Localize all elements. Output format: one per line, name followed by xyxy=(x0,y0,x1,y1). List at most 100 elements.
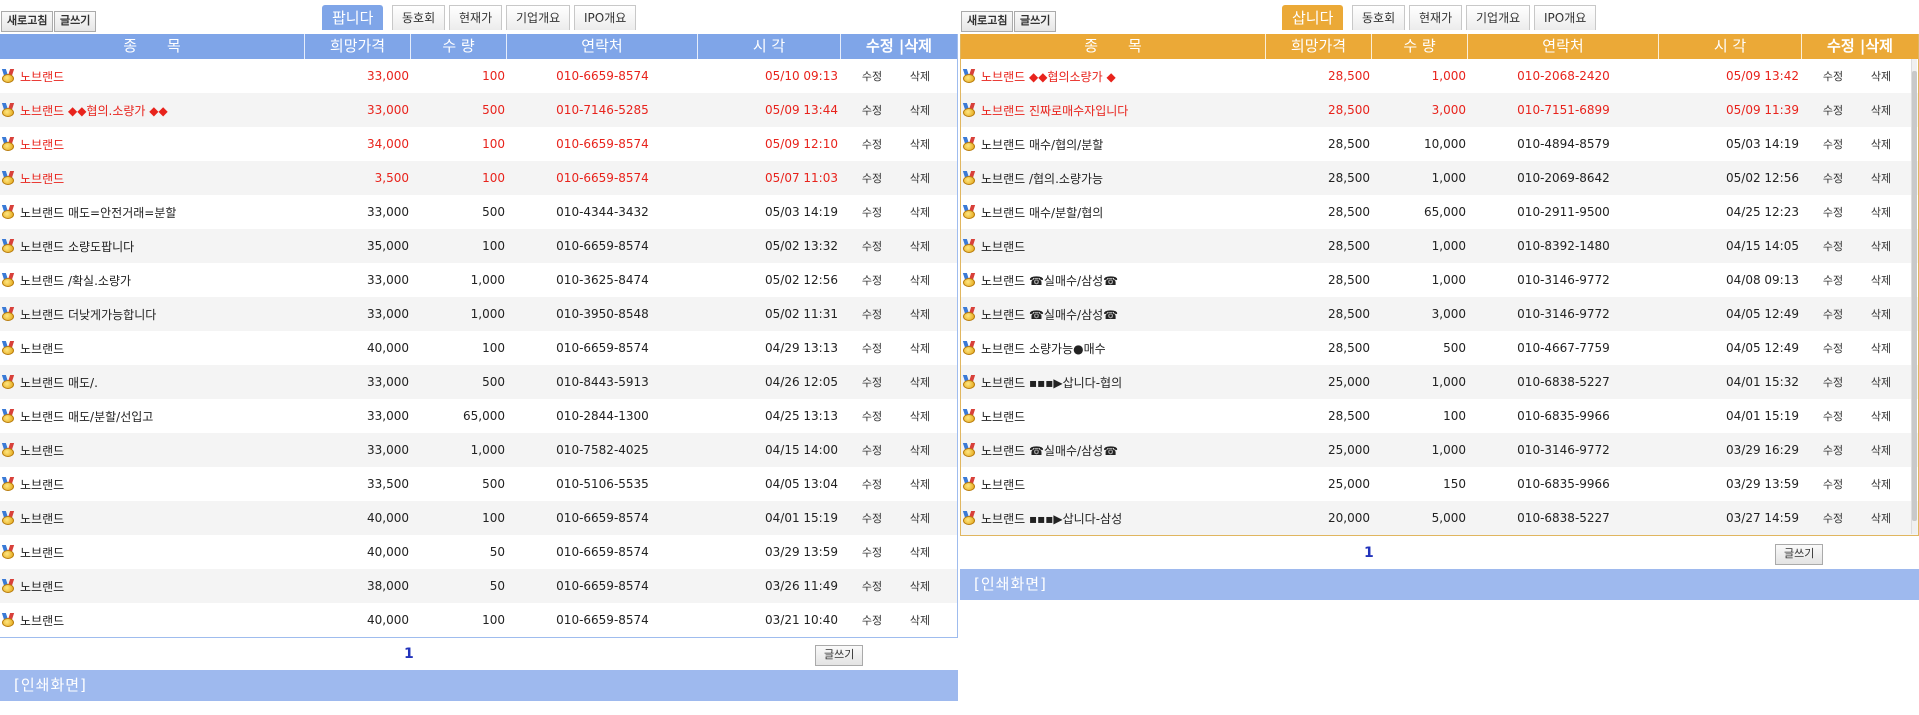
tab-club[interactable]: 동호회 xyxy=(1352,5,1406,30)
delete-button[interactable]: 삭제 xyxy=(1855,374,1907,390)
item-title-link[interactable]: 노브랜드 매도/. xyxy=(20,374,98,391)
delete-button[interactable]: 삭제 xyxy=(1855,442,1907,458)
scrollbar[interactable] xyxy=(1911,59,1917,534)
item-title-link[interactable]: 노브랜드 소량가능●매수 xyxy=(981,340,1106,357)
delete-button[interactable]: 삭제 xyxy=(894,272,946,288)
item-title-link[interactable]: 노브랜드 xyxy=(981,476,1025,493)
tab-company-overview[interactable]: 기업개요 xyxy=(1466,5,1531,30)
delete-button[interactable]: 삭제 xyxy=(894,102,946,118)
item-title-link[interactable]: 노브랜드 xyxy=(20,510,64,527)
edit-button[interactable]: 수정 xyxy=(1811,476,1855,492)
edit-button[interactable]: 수정 xyxy=(1811,68,1855,84)
edit-button[interactable]: 수정 xyxy=(1811,408,1855,424)
edit-button[interactable]: 수정 xyxy=(1811,238,1855,254)
delete-button[interactable]: 삭제 xyxy=(894,340,946,356)
item-title-link[interactable]: 노브랜드 xyxy=(20,136,64,153)
item-title-link[interactable]: 노브랜드 xyxy=(981,408,1025,425)
delete-button[interactable]: 삭제 xyxy=(894,306,946,322)
edit-button[interactable]: 수정 xyxy=(1811,306,1855,322)
page-number[interactable]: 1 xyxy=(1364,545,1374,561)
tab-ipo-overview[interactable]: IPO개요 xyxy=(1534,5,1597,30)
edit-button[interactable]: 수정 xyxy=(850,306,894,322)
tab-club[interactable]: 동호회 xyxy=(392,5,446,30)
tab-current-price[interactable]: 현재가 xyxy=(1409,5,1463,30)
item-title-link[interactable]: 노브랜드 xyxy=(20,340,64,357)
delete-button[interactable]: 삭제 xyxy=(1855,102,1907,118)
item-title-link[interactable]: 노브랜드 매수/협의/분할 xyxy=(981,136,1103,153)
delete-button[interactable]: 삭제 xyxy=(894,170,946,186)
tab-current-price[interactable]: 현재가 xyxy=(449,5,503,30)
write-button[interactable]: 글쓰기 xyxy=(54,11,97,32)
delete-button[interactable]: 삭제 xyxy=(894,204,946,220)
edit-button[interactable]: 수정 xyxy=(850,136,894,152)
delete-button[interactable]: 삭제 xyxy=(1855,68,1907,84)
item-title-link[interactable]: 노브랜드 매도=안전거래=분할 xyxy=(20,204,176,221)
item-title-link[interactable]: 노브랜드 xyxy=(20,578,64,595)
delete-button[interactable]: 삭제 xyxy=(894,68,946,84)
item-title-link[interactable]: 노브랜드 ☎실매수/삼성☎ xyxy=(981,272,1118,289)
delete-button[interactable]: 삭제 xyxy=(894,544,946,560)
item-title-link[interactable]: 노브랜드 더낮게가능합니다 xyxy=(20,306,156,323)
item-title-link[interactable]: 노브랜드 ▪▪▪▶삽니다-협의 xyxy=(981,374,1122,391)
delete-button[interactable]: 삭제 xyxy=(1855,238,1907,254)
edit-button[interactable]: 수정 xyxy=(850,510,894,526)
page-number[interactable]: 1 xyxy=(404,646,414,662)
edit-button[interactable]: 수정 xyxy=(850,238,894,254)
edit-button[interactable]: 수정 xyxy=(1811,272,1855,288)
tab-sell[interactable]: 팝니다 xyxy=(322,5,384,30)
edit-button[interactable]: 수정 xyxy=(1811,204,1855,220)
item-title-link[interactable]: 노브랜드 xyxy=(20,612,64,629)
edit-button[interactable]: 수정 xyxy=(1811,510,1855,526)
item-title-link[interactable]: 노브랜드 xyxy=(20,442,64,459)
delete-button[interactable]: 삭제 xyxy=(894,578,946,594)
print-view-link[interactable]: [인쇄화면] xyxy=(960,569,1919,600)
edit-button[interactable]: 수정 xyxy=(850,68,894,84)
edit-button[interactable]: 수정 xyxy=(1811,102,1855,118)
write-bottom-button[interactable]: 글쓰기 xyxy=(1775,544,1824,565)
delete-button[interactable]: 삭제 xyxy=(894,476,946,492)
delete-button[interactable]: 삭제 xyxy=(1855,306,1907,322)
edit-button[interactable]: 수정 xyxy=(850,340,894,356)
item-title-link[interactable]: 노브랜드 /협의.소량가능 xyxy=(981,170,1103,187)
edit-button[interactable]: 수정 xyxy=(1811,442,1855,458)
edit-button[interactable]: 수정 xyxy=(1811,340,1855,356)
item-title-link[interactable]: 노브랜드 xyxy=(981,238,1025,255)
delete-button[interactable]: 삭제 xyxy=(1855,408,1907,424)
item-title-link[interactable]: 노브랜드 xyxy=(20,476,64,493)
refresh-button[interactable]: 새로고침 xyxy=(1,11,54,32)
edit-button[interactable]: 수정 xyxy=(850,102,894,118)
item-title-link[interactable]: 노브랜드 ◆◆협의.소량가 ◆◆ xyxy=(20,102,168,119)
edit-button[interactable]: 수정 xyxy=(850,612,894,628)
edit-button[interactable]: 수정 xyxy=(850,272,894,288)
item-title-link[interactable]: 노브랜드 진짜로매수자입니다 xyxy=(981,102,1128,119)
delete-button[interactable]: 삭제 xyxy=(894,612,946,628)
tab-ipo-overview[interactable]: IPO개요 xyxy=(574,5,637,30)
print-view-link[interactable]: [인쇄화면] xyxy=(0,670,958,701)
edit-button[interactable]: 수정 xyxy=(850,476,894,492)
delete-button[interactable]: 삭제 xyxy=(894,238,946,254)
tab-company-overview[interactable]: 기업개요 xyxy=(506,5,571,30)
item-title-link[interactable]: 노브랜드 /확실.소량가 xyxy=(20,272,131,289)
edit-button[interactable]: 수정 xyxy=(850,374,894,390)
item-title-link[interactable]: 노브랜드 ☎실매수/삼성☎ xyxy=(981,306,1118,323)
delete-button[interactable]: 삭제 xyxy=(894,408,946,424)
delete-button[interactable]: 삭제 xyxy=(1855,170,1907,186)
item-title-link[interactable]: 노브랜드 ◆◆협의소량가 ◆ xyxy=(981,68,1116,85)
edit-button[interactable]: 수정 xyxy=(1811,170,1855,186)
delete-button[interactable]: 삭제 xyxy=(1855,136,1907,152)
item-title-link[interactable]: 노브랜드 매도/분할/선입고 xyxy=(20,408,153,425)
item-title-link[interactable]: 노브랜드 xyxy=(20,544,64,561)
delete-button[interactable]: 삭제 xyxy=(894,442,946,458)
item-title-link[interactable]: 노브랜드 ▪▪▪▶삽니다-삼성 xyxy=(981,510,1122,527)
delete-button[interactable]: 삭제 xyxy=(894,374,946,390)
edit-button[interactable]: 수정 xyxy=(850,408,894,424)
edit-button[interactable]: 수정 xyxy=(850,544,894,560)
item-title-link[interactable]: 노브랜드 소량도팝니다 xyxy=(20,238,134,255)
scrollbar-thumb[interactable] xyxy=(1912,71,1917,521)
write-button[interactable]: 글쓰기 xyxy=(1014,11,1057,32)
delete-button[interactable]: 삭제 xyxy=(1855,204,1907,220)
delete-button[interactable]: 삭제 xyxy=(1855,340,1907,356)
delete-button[interactable]: 삭제 xyxy=(1855,272,1907,288)
tab-buy[interactable]: 삽니다 xyxy=(1282,5,1344,30)
delete-button[interactable]: 삭제 xyxy=(1855,510,1907,526)
